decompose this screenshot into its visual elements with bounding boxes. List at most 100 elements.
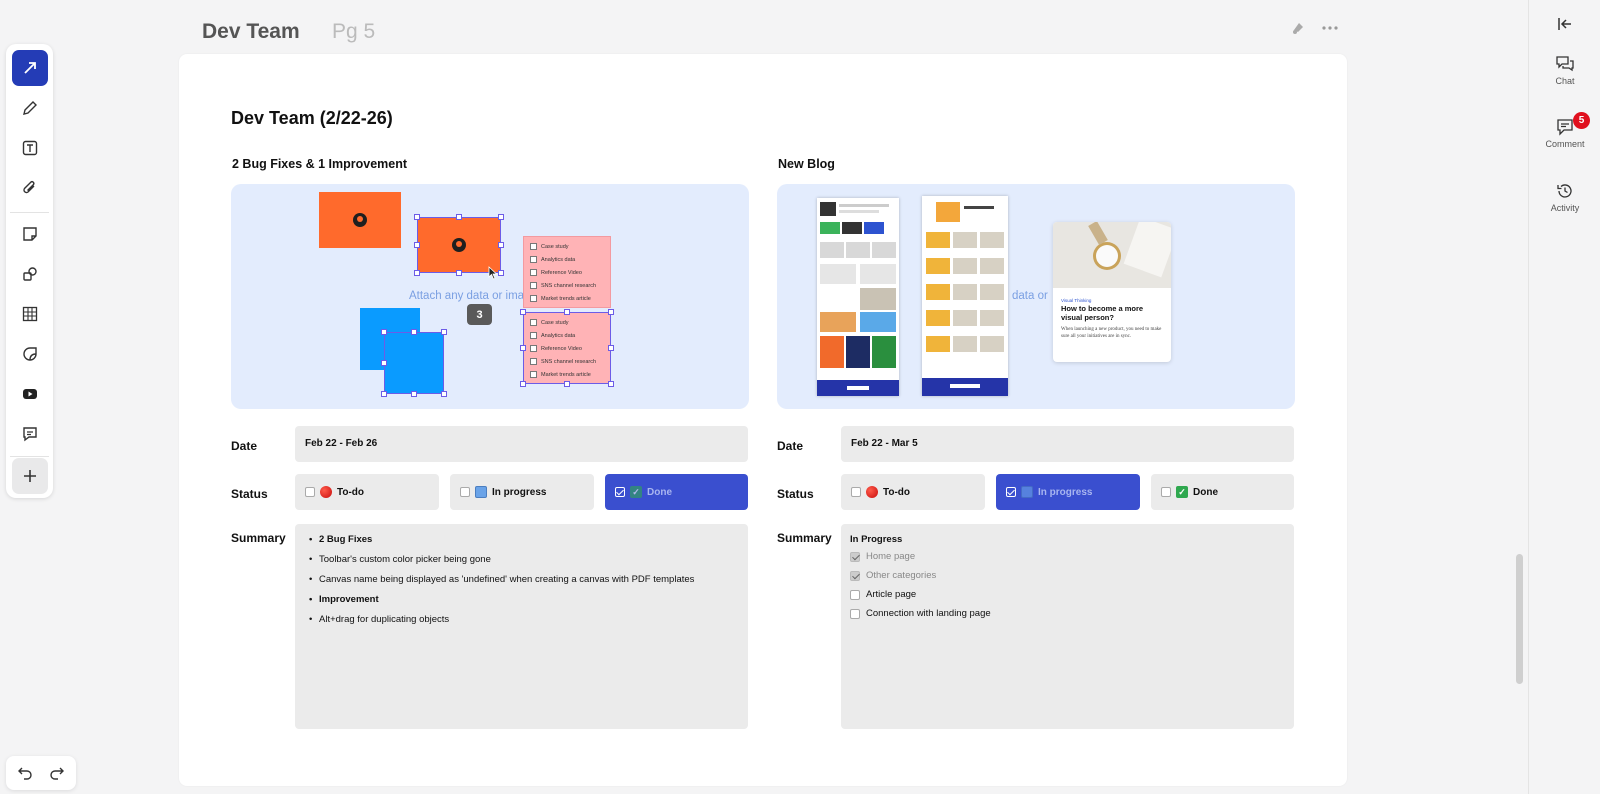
table-icon[interactable]: [12, 296, 48, 332]
checkbox[interactable]: [530, 269, 537, 276]
left-date-field[interactable]: Feb 22 - Feb 26: [295, 426, 748, 462]
cursor-icon: [488, 266, 498, 280]
right-image-area[interactable]: data or Visual Thinking How to become a …: [777, 184, 1295, 409]
checklist-label: Connection with landing page: [866, 608, 991, 619]
checklist-item: Connection with landing page: [850, 608, 1294, 619]
checkbox[interactable]: [530, 243, 537, 250]
left-status-todo[interactable]: To-do: [295, 474, 439, 510]
video-icon[interactable]: [12, 376, 48, 412]
right-summary-field[interactable]: In Progress Home page Other categories Art…: [841, 524, 1294, 729]
summary-bullet: Toolbar's custom color picker being gone: [309, 554, 748, 565]
checkbox[interactable]: [530, 295, 537, 302]
history-icon: [1529, 182, 1600, 202]
vertical-scrollbar[interactable]: [1516, 554, 1523, 684]
board-title: Dev Team: [202, 20, 300, 43]
attach-icon[interactable]: [12, 170, 48, 206]
checkbox[interactable]: [850, 589, 860, 600]
checklist-label: Market trends article: [541, 295, 591, 302]
resize-handle[interactable]: [608, 381, 614, 387]
activity-label: Activity: [1550, 203, 1580, 213]
resize-handle[interactable]: [608, 345, 614, 351]
left-toolbar: [6, 44, 53, 498]
resize-handle[interactable]: [414, 242, 420, 248]
checklist-card[interactable]: Case study Analytics data Reference Video S…: [523, 236, 611, 308]
add-icon[interactable]: [12, 458, 48, 494]
right-status-todo[interactable]: To-do: [841, 474, 985, 510]
comment-label: Comment: [1545, 139, 1585, 149]
right-date-field[interactable]: Feb 22 - Mar 5: [841, 426, 1294, 462]
left-image-area[interactable]: Attach any data or ima Case study Analyti…: [231, 184, 749, 409]
comment-icon[interactable]: [12, 416, 48, 452]
more-icon[interactable]: [1319, 17, 1341, 39]
checklist-row: Analytics data: [524, 253, 610, 266]
redo-icon[interactable]: [47, 763, 67, 783]
resize-handle[interactable]: [456, 214, 462, 220]
selection-count-badge: 3: [467, 304, 492, 325]
status-label: In progress: [492, 486, 547, 498]
checkbox-checked[interactable]: [850, 551, 860, 562]
resize-handle[interactable]: [411, 391, 417, 397]
checkbox[interactable]: [460, 487, 470, 497]
resize-handle[interactable]: [498, 270, 504, 276]
orange-image[interactable]: [319, 192, 401, 248]
resize-handle[interactable]: [414, 214, 420, 220]
checklist-row: SNS channel research: [524, 279, 610, 292]
checkbox[interactable]: [1161, 487, 1171, 497]
resize-handle[interactable]: [564, 381, 570, 387]
resize-handle[interactable]: [381, 360, 387, 366]
right-status-done[interactable]: ✓ Done: [1151, 474, 1294, 510]
resize-handle[interactable]: [414, 270, 420, 276]
checklist-item: Home page: [850, 551, 1294, 562]
blog-mockup-list[interactable]: [922, 196, 1008, 396]
chat-button[interactable]: Chat: [1529, 55, 1600, 86]
resize-handle[interactable]: [381, 329, 387, 335]
undo-icon[interactable]: [15, 763, 35, 783]
checkbox-checked[interactable]: [850, 570, 860, 581]
checkbox[interactable]: [850, 608, 860, 619]
collapse-panel-button[interactable]: [1529, 16, 1600, 36]
resize-handle[interactable]: [441, 329, 447, 335]
comment-button[interactable]: Comment 5: [1529, 112, 1600, 149]
resize-handle[interactable]: [520, 345, 526, 351]
resize-handle[interactable]: [411, 329, 417, 335]
resize-handle[interactable]: [441, 391, 447, 397]
blog-mockup-mobile[interactable]: [817, 198, 899, 396]
select-tool-icon[interactable]: [12, 50, 48, 86]
sticker-icon[interactable]: [12, 336, 48, 372]
watch-image: [1053, 222, 1171, 288]
left-summary-field[interactable]: 2 Bug Fixes Toolbar's custom color picker…: [295, 524, 748, 729]
blog-card-headline: How to become a more visual person?: [1061, 304, 1144, 322]
text-icon[interactable]: [12, 130, 48, 166]
summary-bullet: 2 Bug Fixes: [309, 534, 748, 545]
checkbox[interactable]: [851, 487, 861, 497]
sticky-note-icon[interactable]: [12, 216, 48, 252]
checkbox[interactable]: [530, 282, 537, 289]
resize-handle[interactable]: [456, 270, 462, 276]
checkbox[interactable]: [305, 487, 315, 497]
selection-box: [417, 217, 501, 273]
red-circle-icon: [866, 486, 878, 498]
left-status-in-progress[interactable]: In progress: [450, 474, 594, 510]
checkbox-checked[interactable]: [615, 487, 625, 497]
activity-button[interactable]: Activity: [1529, 182, 1600, 213]
resize-handle[interactable]: [564, 309, 570, 315]
checklist-label: Home page: [866, 551, 916, 562]
checkbox-checked[interactable]: [1006, 487, 1016, 497]
resize-handle[interactable]: [608, 309, 614, 315]
status-label: Done: [1193, 486, 1218, 498]
right-status-in-progress[interactable]: In progress: [996, 474, 1140, 510]
blog-article-card[interactable]: Visual Thinking How to become a more vis…: [1053, 222, 1171, 362]
shapes-icon[interactable]: [12, 256, 48, 292]
resize-handle[interactable]: [381, 391, 387, 397]
right-section-title: New Blog: [778, 157, 835, 171]
paint-icon[interactable]: [1287, 17, 1309, 39]
resize-handle[interactable]: [520, 309, 526, 315]
left-status-done[interactable]: ✓ Done: [605, 474, 748, 510]
doc-title: Dev Team (2/22-26): [231, 108, 393, 128]
resize-handle[interactable]: [498, 242, 504, 248]
resize-handle[interactable]: [520, 381, 526, 387]
checkbox[interactable]: [530, 256, 537, 263]
resize-handle[interactable]: [498, 214, 504, 220]
pen-icon[interactable]: [12, 90, 48, 126]
status-label: To-do: [883, 486, 911, 498]
